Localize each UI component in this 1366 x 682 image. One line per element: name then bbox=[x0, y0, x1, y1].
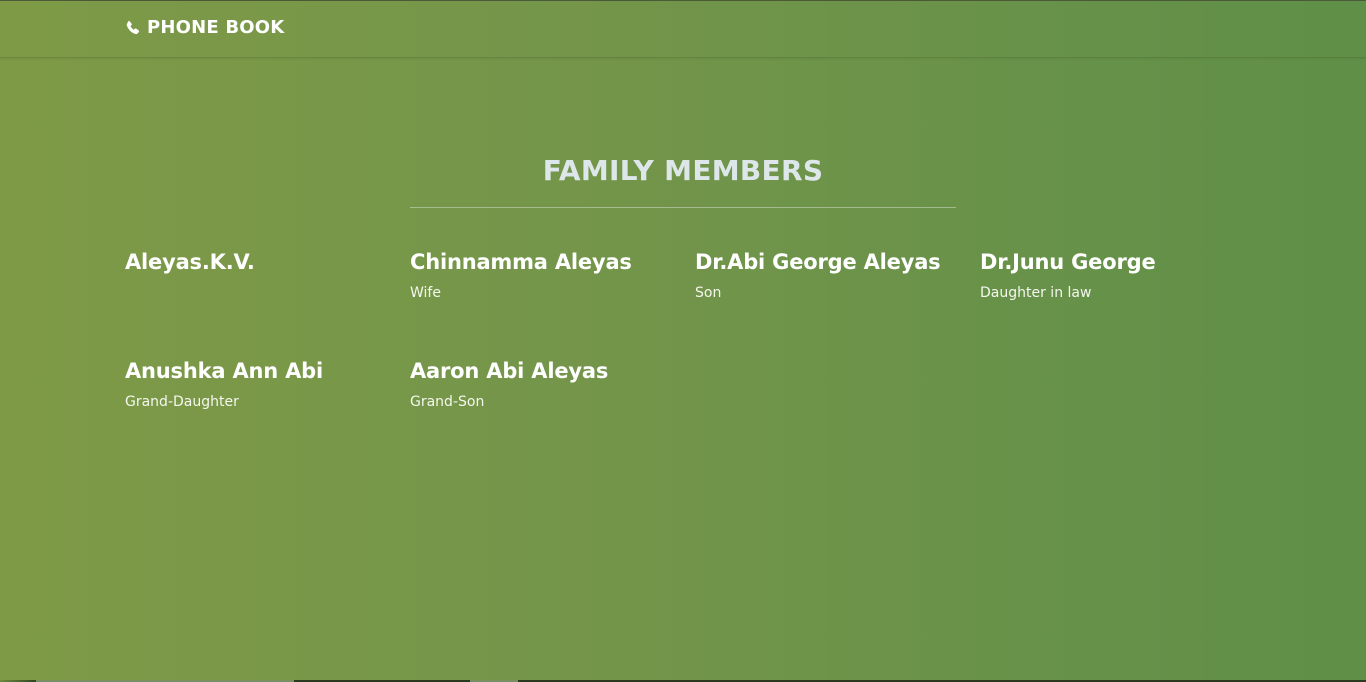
brand-link[interactable]: PHONE BOOK bbox=[125, 17, 284, 38]
member-relation: Grand-Daughter bbox=[125, 394, 239, 410]
member-name: Aaron Abi Aleyas bbox=[410, 359, 609, 383]
member-relation: Daughter in law bbox=[980, 285, 1092, 301]
member-name: Dr.Junu George bbox=[980, 250, 1156, 274]
member-card: Aleyas.K.V. bbox=[125, 250, 395, 285]
member-name: Anushka Ann Abi bbox=[125, 359, 323, 383]
title-divider bbox=[410, 207, 956, 208]
member-card: Anushka Ann Abi Grand-Daughter bbox=[125, 359, 395, 410]
member-card: Dr.Junu George Daughter in law bbox=[980, 250, 1250, 301]
brand-label: PHONE BOOK bbox=[147, 17, 285, 38]
member-relation: Son bbox=[695, 285, 722, 301]
member-relation: Grand-Son bbox=[410, 394, 485, 410]
member-card: Dr.Abi George Aleyas Son bbox=[695, 250, 965, 301]
member-relation: Wife bbox=[410, 285, 441, 301]
section-title: FAMILY MEMBERS bbox=[542, 154, 824, 187]
phone-icon bbox=[125, 20, 141, 36]
member-card: Chinnamma Aleyas Wife bbox=[410, 250, 680, 301]
member-name: Aleyas.K.V. bbox=[125, 250, 255, 274]
member-name: Dr.Abi George Aleyas bbox=[695, 250, 941, 274]
member-name: Chinnamma Aleyas bbox=[410, 250, 632, 274]
navbar: PHONE BOOK bbox=[0, 1, 1366, 58]
member-card: Aaron Abi Aleyas Grand-Son bbox=[410, 359, 680, 410]
